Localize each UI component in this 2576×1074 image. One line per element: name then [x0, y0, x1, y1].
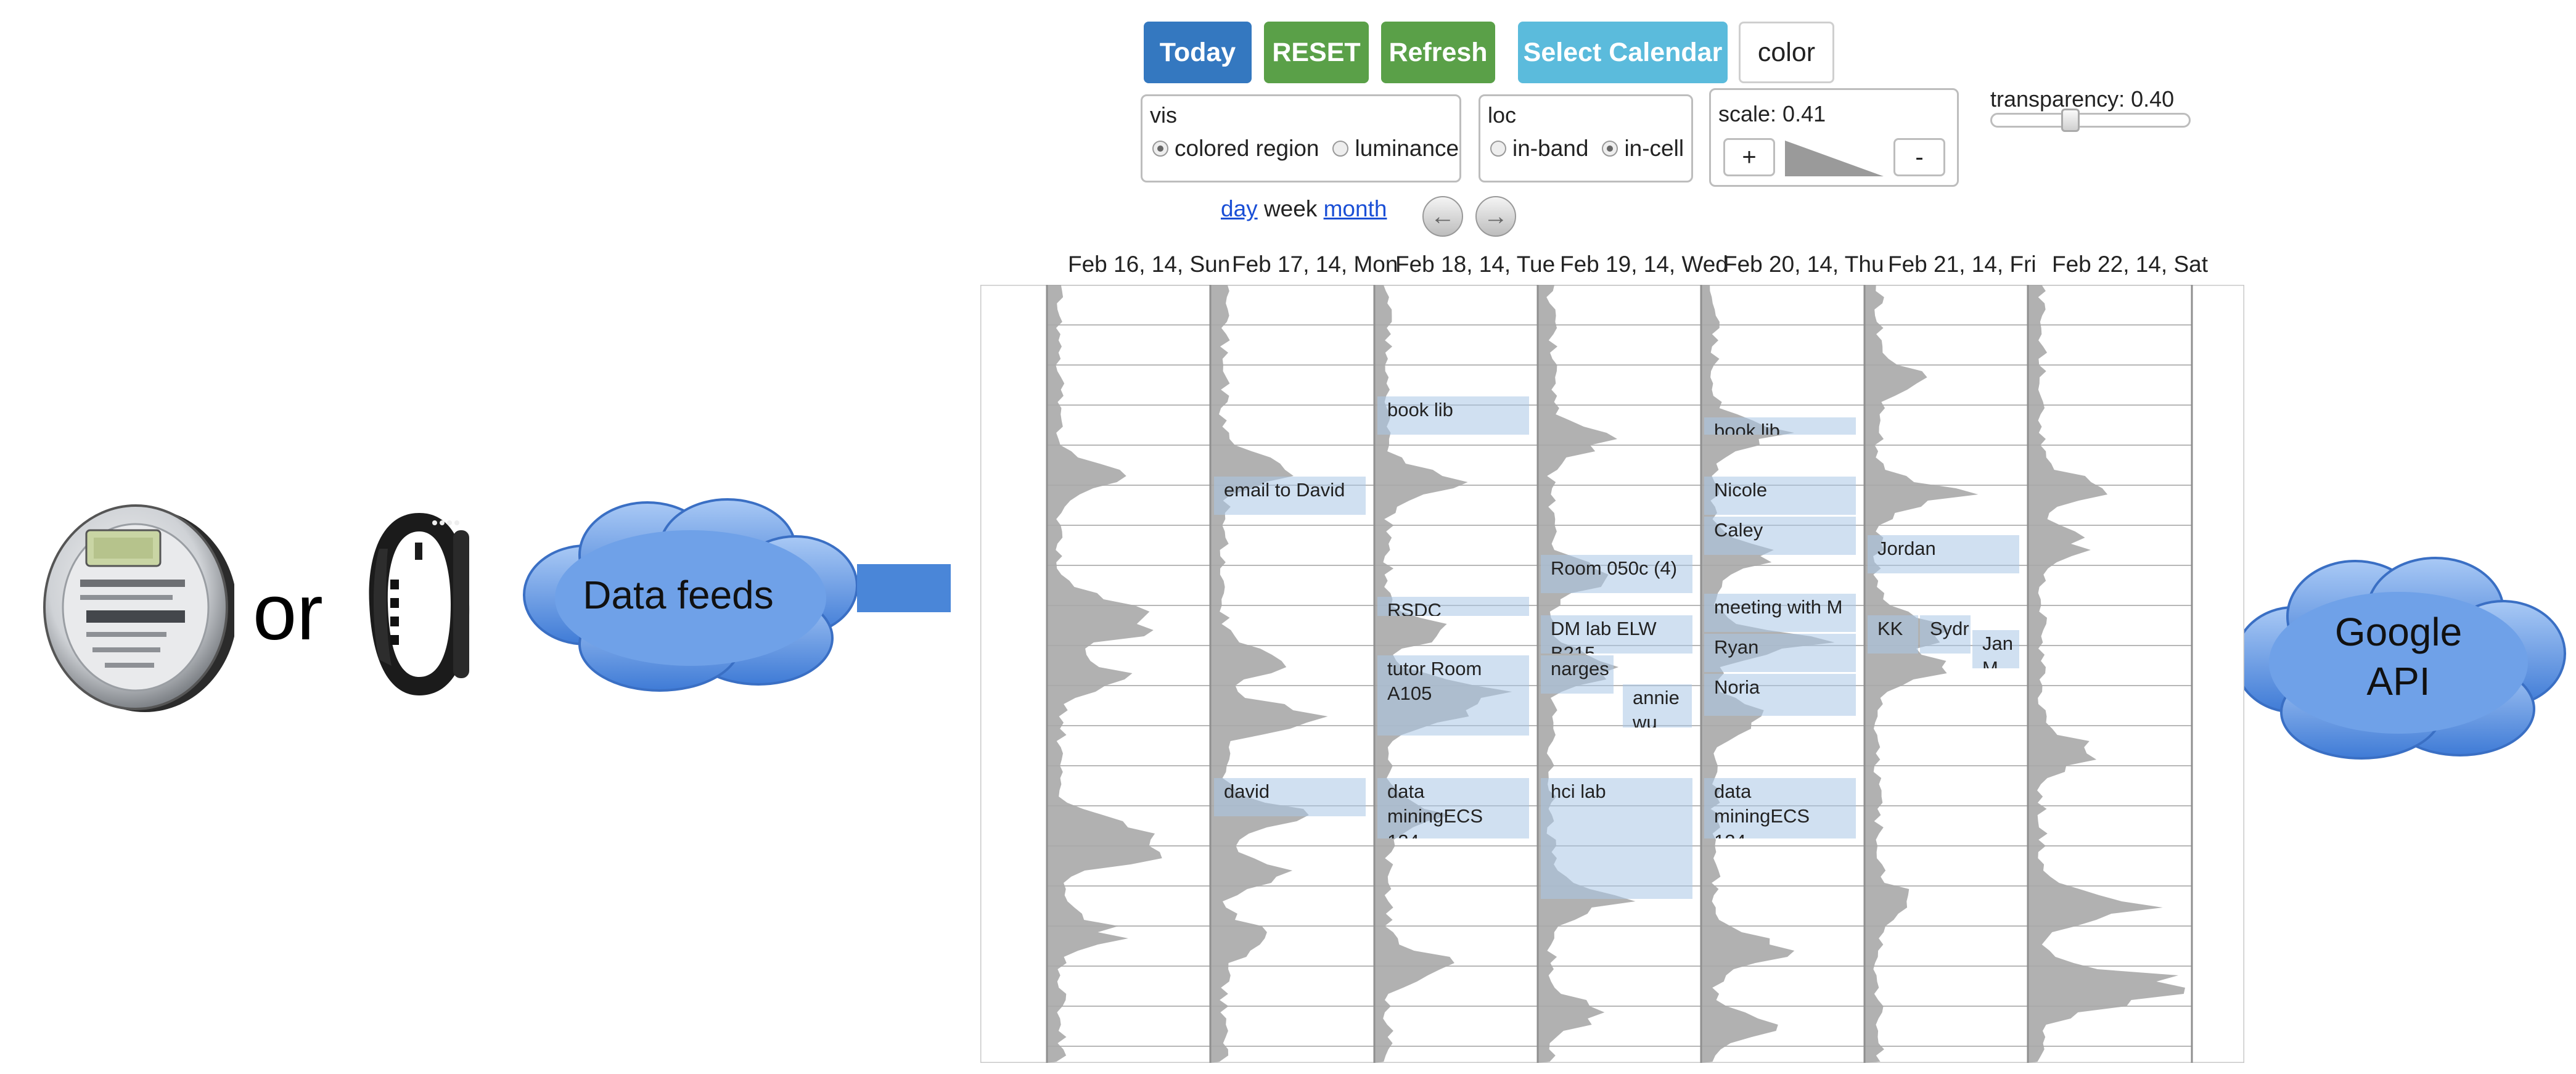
calendar-event[interactable]: hci lab — [1541, 778, 1692, 899]
select-calendar-button[interactable]: Select Calendar — [1518, 22, 1728, 83]
loc-option-label: in-cell — [1624, 136, 1684, 161]
day-header: Feb 20, 14, Thu — [1723, 252, 1884, 277]
data-feeds-connector — [857, 564, 951, 612]
scale-label: scale: 0.41 — [1718, 101, 1826, 126]
calendar-event[interactable]: Noria — [1704, 674, 1856, 716]
calendar-event[interactable]: data miningECS 124 — [1377, 778, 1529, 838]
calendar-event[interactable]: annie wu — [1623, 684, 1692, 728]
day-header: Feb 17, 14, Mon — [1232, 252, 1398, 277]
view-day-link[interactable]: day — [1221, 196, 1258, 221]
view-month-link[interactable]: month — [1324, 196, 1387, 221]
scale-control: scale: 0.41 + - — [1709, 88, 1959, 187]
calendar-event[interactable]: DM lab ELW B215 — [1541, 615, 1692, 654]
prev-week-arrow-icon[interactable]: ← — [1422, 196, 1463, 237]
calendar-event[interactable]: tutor Room A105 — [1377, 655, 1529, 736]
calendar-event[interactable]: Nicole — [1704, 477, 1856, 515]
transparency-slider-track[interactable] — [1990, 113, 2191, 128]
day-header: Feb 22, 14, Sat — [2052, 252, 2209, 277]
calendar-event[interactable]: email to David — [1214, 477, 1366, 515]
calendar-event[interactable]: book lib — [1704, 417, 1856, 435]
reset-button[interactable]: RESET — [1264, 22, 1369, 83]
day-header: Feb 19, 14, Wed — [1560, 252, 1728, 277]
vis-control: vis colored region luminance — [1141, 94, 1461, 182]
day-header: Feb 18, 14, Tue — [1395, 252, 1556, 277]
vis-title: vis — [1150, 102, 1177, 128]
calendar-event[interactable]: Room 050c (4) — [1541, 555, 1692, 593]
calendar-event[interactable]: Jan M — [1972, 630, 2019, 668]
day-header: Feb 21, 14, Fri — [1888, 252, 2037, 277]
calendar-event[interactable]: Caley — [1704, 517, 1856, 555]
today-button[interactable]: Today — [1144, 22, 1252, 83]
loc-control: loc in-band in-cell — [1479, 94, 1693, 182]
scale-ramp-icon — [1785, 138, 1884, 176]
calendar-event[interactable]: meeting with M — [1704, 594, 1856, 632]
calendar-event[interactable]: david — [1214, 778, 1366, 816]
refresh-button[interactable]: Refresh — [1381, 22, 1495, 83]
vis-option-label: luminance — [1355, 136, 1459, 161]
vis-colored-region-radio[interactable] — [1152, 141, 1168, 157]
view-nav: day week month — [1221, 196, 1387, 222]
transparency-label: transparency: 0.40 — [1990, 86, 2175, 112]
smart-meter-image — [37, 493, 237, 715]
calendar-event[interactable]: Ryan — [1704, 634, 1856, 672]
transparency-slider-handle[interactable] — [2061, 109, 2080, 132]
vis-luminance-radio[interactable] — [1332, 141, 1349, 157]
calendar-event[interactable]: Sydr — [1920, 615, 1971, 654]
calendar-event[interactable]: book lib — [1377, 396, 1529, 435]
calendar-event[interactable]: Jordan — [1868, 535, 2019, 573]
loc-in-cell-radio[interactable] — [1602, 141, 1618, 157]
scale-plus-button[interactable]: + — [1723, 138, 1775, 176]
calendar-event[interactable]: KK — [1868, 615, 1918, 654]
calendar-event[interactable]: narges — [1541, 655, 1614, 694]
vis-option-label: colored region — [1175, 136, 1319, 161]
data-feeds-label: Data feeds — [583, 573, 774, 617]
calendar-event[interactable]: data miningECS 124 — [1704, 778, 1856, 838]
loc-in-band-radio[interactable] — [1490, 141, 1506, 157]
color-button[interactable]: color — [1739, 22, 1834, 83]
next-week-arrow-icon[interactable]: → — [1475, 196, 1516, 237]
google-api-label: Google API — [2334, 610, 2463, 703]
loc-title: loc — [1488, 102, 1517, 128]
view-week-label: week — [1263, 196, 1318, 221]
day-header: Feb 16, 14, Sun — [1068, 252, 1231, 277]
scale-minus-button[interactable]: - — [1893, 138, 1945, 176]
loc-option-label: in-band — [1512, 136, 1589, 161]
calendar-event[interactable]: RSDC — [1377, 597, 1529, 616]
or-label: or — [253, 568, 323, 657]
fitness-band-image — [361, 506, 478, 703]
